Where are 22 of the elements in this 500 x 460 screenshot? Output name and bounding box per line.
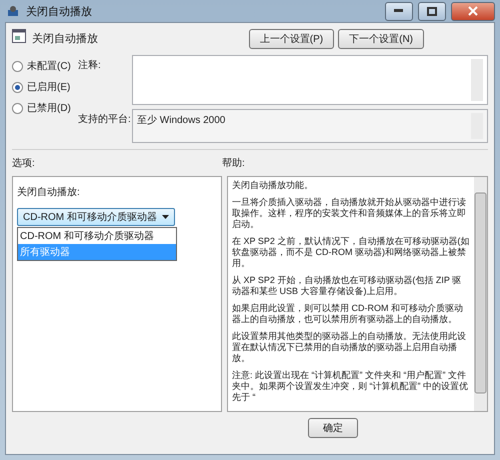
previous-setting-button[interactable]: 上一个设置(P)	[248, 29, 334, 49]
help-paragraph: 注意: 此设置出现在 “计算机配置” 文件夹和 “用户配置” 文件夹中。如果两个设置发生冲突，则 “计算机配置” 中的设置优先于 “	[232, 370, 469, 403]
options-heading: 选项:	[12, 156, 36, 170]
platform-label: 支持的平台:	[78, 112, 132, 127]
radio-option[interactable]: 已禁用(D)	[12, 101, 78, 115]
help-paragraph: 如果启用此设置，则可以禁用 CD-ROM 和可移动介质驱动器上的自动播放，也可以禁用所有驱动器上的自动播放。	[232, 303, 464, 325]
ok-button[interactable]: 确定	[308, 418, 358, 438]
help-paragraph: 一旦将介质插入驱动器，自动播放就开始从驱动器中进行读取操作。这样，程序的安装文件和音频媒体上的音乐将立即启动。	[232, 197, 467, 230]
comment-label: 注释:	[78, 58, 102, 73]
window-title: 关闭自动播放	[26, 4, 93, 18]
radio-option[interactable]: 未配置(C)	[12, 59, 78, 73]
drive-dropdown[interactable]: CD-ROM 和可移动介质驱动器	[17, 208, 175, 226]
setting-title: 关闭自动播放	[32, 32, 99, 46]
platform-field: 至少 Windows 2000	[132, 109, 488, 143]
help-paragraph: 此设置禁用其他类型的驱动器上的自动播放。无法使用此设置在默认情况下已禁用的自动播放的驱动器上启用自动播放。	[232, 331, 467, 364]
help-paragraph: 从 XP SP2 开始，自动播放也在可移动驱动器(包括 ZIP 驱动器和某些 USB 大容量存储设备)上启用。	[232, 275, 462, 297]
help-paragraph: 关闭自动播放功能。	[232, 180, 314, 191]
next-setting-button[interactable]: 下一个设置(N)	[338, 29, 424, 49]
help-heading: 帮助:	[222, 156, 246, 170]
radio-option[interactable]: 已启用(E)	[12, 80, 78, 94]
setting-label: 关闭自动播放:	[17, 186, 81, 199]
help-paragraph: 在 XP SP2 之前，默认情况下，自动播放在可移动驱动器(如软盘驱动器，而不是 CD-ROM 驱动器)和网络驱动器上被禁用。	[232, 236, 470, 269]
